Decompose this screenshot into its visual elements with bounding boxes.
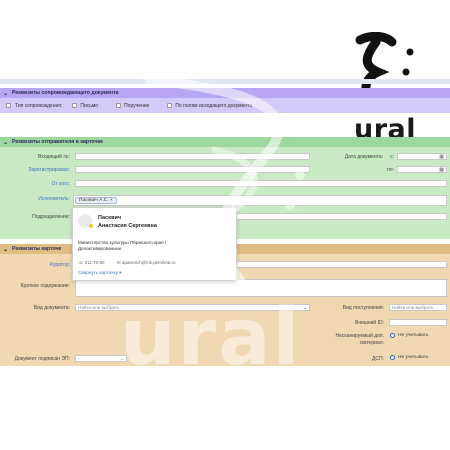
section-accompanying-header[interactable]: ⌄ Реквизиты сопровождающего документа — [0, 88, 450, 98]
curator-label[interactable]: Куратор: — [50, 262, 70, 268]
incoming-no-input[interactable] — [75, 153, 310, 160]
dsp-radio-dot[interactable] — [390, 355, 395, 360]
executor-chip[interactable]: Пасевич А.С. × — [75, 197, 117, 204]
scan-radio-dot[interactable] — [390, 333, 395, 338]
scan-label-1: Несканируемый доп. — [335, 333, 384, 339]
chevron-down-icon: ⌄ — [3, 246, 9, 253]
doc-type-label: Вид документа: — [33, 305, 70, 311]
receipt-select[interactable]: Найти или выбрать — [389, 304, 447, 311]
ext-id-input[interactable] — [389, 319, 447, 326]
org-line-2: Делактивированные — [78, 246, 122, 251]
dsp-label: ДСП: — [372, 356, 384, 362]
option-by-fields[interactable]: По полям исходящего документа — [167, 103, 252, 109]
calendar-icon[interactable]: ▦ — [439, 167, 444, 172]
top-strip — [0, 79, 450, 84]
date-from-input[interactable]: ▦ — [397, 153, 447, 160]
org-line-1: Министерство культуры Пермского края / — [78, 240, 167, 245]
date-to-input[interactable]: ▦ — [397, 166, 447, 173]
scan-radio-label: Не учитывать — [398, 333, 429, 338]
scan-radio[interactable]: Не учитывать — [390, 333, 428, 338]
type-label: Тип сопровождения: — [15, 102, 63, 109]
option-instruction-label: Поручение — [124, 102, 150, 109]
option-instruction[interactable]: Поручение — [116, 103, 149, 109]
department-label: Подразделение: — [32, 214, 70, 220]
section-accompanying-body: Тип сопровождения: Письмо Поручение По п… — [0, 98, 450, 113]
from-label[interactable]: От кого: — [52, 181, 70, 187]
chevron-down-icon: ⌄ — [3, 139, 9, 146]
executor-chip-label: Пасевич А.С. × — [79, 198, 113, 203]
dsp-radio[interactable]: Не учитывать — [390, 355, 428, 360]
executor-input[interactable] — [73, 195, 447, 206]
instruction-checkbox[interactable] — [116, 103, 122, 108]
option-letter[interactable]: Письмо — [72, 103, 98, 109]
registered-label[interactable]: Зарегистрировал: — [28, 167, 70, 173]
date-from-label: с: — [390, 154, 394, 160]
signed-label: Документ подписан ЭП: — [14, 356, 70, 362]
receipt-placeholder: Найти или выбрать — [392, 305, 434, 310]
scan-label-2: материал: — [360, 340, 384, 346]
doc-type-placeholder: Найти или выбрать — [78, 305, 120, 310]
person-phone: ☏ 211-70-80 — [78, 260, 105, 265]
avatar — [78, 214, 93, 228]
person-email[interactable]: ✉ apasevich@mk.permkrai.ru — [117, 260, 175, 266]
chevron-down-icon: ⌄ — [3, 90, 9, 97]
executor-label[interactable]: Исполнитель: — [38, 196, 70, 202]
letter-checkbox[interactable] — [72, 103, 78, 108]
section-accompanying-title: Реквизиты сопровождающего документа — [12, 90, 119, 96]
option-by-fields-label: По полям исходящего документа — [175, 102, 253, 109]
person-surname: Пасевич — [98, 215, 122, 221]
ext-id-label: Внешний ID: — [354, 320, 384, 326]
person-organization: Министерство культуры Пермского края / Д… — [78, 240, 233, 252]
dsp-radio-label: Не учитывать — [398, 355, 429, 360]
by-fields-checkbox[interactable] — [167, 103, 173, 108]
watermark-wordmark: ural — [120, 293, 302, 383]
type-checkbox[interactable] — [6, 103, 11, 108]
receipt-label: Вид поступления: — [342, 305, 384, 311]
section-sender-title: Реквизиты отправителя в карточке — [12, 139, 103, 145]
from-input[interactable] — [75, 180, 447, 187]
person-popup-card: Пасевич Анастасия Сергеевна Министерство… — [72, 207, 237, 281]
date-to-label: по: — [387, 167, 394, 173]
incoming-no-label: Входящий №: — [38, 154, 70, 160]
signed-value: - — [78, 356, 80, 361]
person-given-name: Анастасия Сергеевна — [98, 223, 157, 229]
section-sender-header[interactable]: ⌄ Реквизиты отправителя в карточке — [0, 137, 450, 147]
option-letter-label: Письмо — [80, 102, 99, 109]
section-card-title: Реквизиты карточк — [12, 246, 62, 252]
registered-input[interactable] — [75, 166, 310, 173]
doc-date-label: Дата документа: — [344, 154, 383, 160]
chevron-down-icon: ⌄ — [303, 305, 307, 310]
calendar-icon[interactable]: ▦ — [439, 154, 444, 159]
collapse-card-link[interactable]: Свернуть карточку ▾ — [78, 270, 121, 276]
summary-label: Краткое содержание: — [20, 283, 70, 289]
